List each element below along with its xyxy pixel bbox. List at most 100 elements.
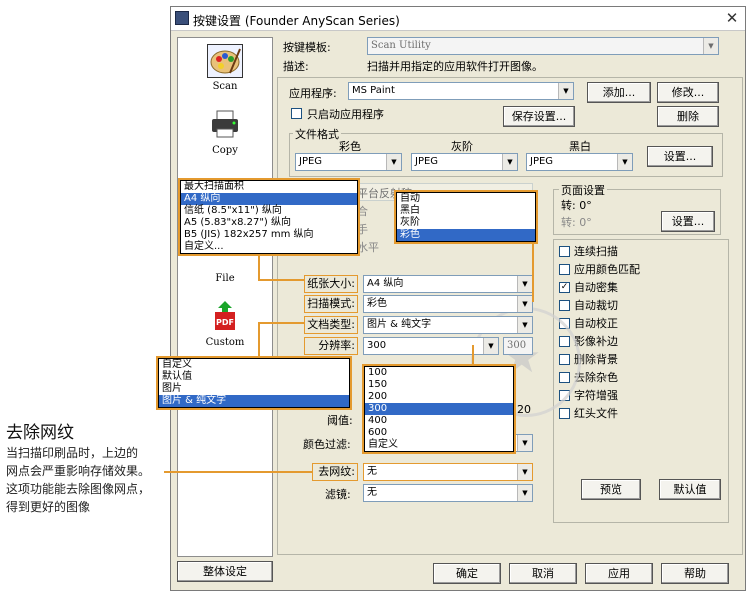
description-label: 描述: <box>283 60 309 73</box>
option-label: 去除杂色 <box>574 371 618 384</box>
chevron-down-icon: ▼ <box>502 154 517 170</box>
ok-button[interactable]: 确定 <box>433 563 501 584</box>
option-checkbox[interactable]: ✓ <box>559 281 570 293</box>
dropdown-option[interactable]: 100 <box>365 367 513 379</box>
color-format-value: JPEG <box>299 156 323 167</box>
dropdown-option[interactable]: 默认值 <box>159 371 349 383</box>
scan-mode-dropdown[interactable]: 自动 黑白 灰阶 彩色 <box>396 192 536 242</box>
svg-text:PDF: PDF <box>216 318 234 327</box>
resolution-custom-input[interactable]: 300 <box>503 337 533 355</box>
connector-line <box>532 242 534 302</box>
modify-button[interactable]: 修改... <box>657 82 719 103</box>
gray-format-select[interactable]: JPEG ▼ <box>411 153 518 171</box>
rotation-2: 转: 0° <box>561 216 592 229</box>
chevron-down-icon: ▼ <box>517 435 532 451</box>
paper-size-label: 纸张大小: <box>304 275 358 293</box>
option-checkbox[interactable] <box>559 263 570 275</box>
close-icon[interactable]: ✕ <box>723 9 741 27</box>
annotation-line: 网点会严重影响存储效果。 <box>6 464 151 478</box>
template-value: Scan Utility <box>371 40 431 51</box>
option-checkbox[interactable] <box>559 407 570 419</box>
dropdown-option[interactable]: 灰阶 <box>397 217 535 229</box>
dropdown-option[interactable]: 400 <box>365 415 513 427</box>
preview-button[interactable]: 预览 <box>581 479 641 500</box>
printer-icon <box>207 108 243 142</box>
resolution-select[interactable]: 300 ▼ <box>363 337 499 355</box>
option-label: 自动校正 <box>574 317 618 330</box>
bw-format-select[interactable]: JPEG ▼ <box>526 153 633 171</box>
template-select[interactable]: Scan Utility ▼ <box>367 37 719 55</box>
format-settings-button[interactable]: 设置... <box>647 146 713 167</box>
chevron-down-icon: ▼ <box>558 83 573 99</box>
resolution-value: 300 <box>367 340 387 351</box>
option-checkbox[interactable] <box>559 245 570 257</box>
option-label: 影像补边 <box>574 335 618 348</box>
dropdown-option-selected[interactable]: 图片 & 纯文字 <box>159 395 349 407</box>
nav-item-scan[interactable]: Scan <box>178 44 272 92</box>
option-color-match: 应用颜色匹配 <box>559 260 725 278</box>
dropdown-option-selected[interactable]: 300 <box>365 403 513 415</box>
paper-size-dropdown[interactable]: 最大扫描面积 A4 纵向 信纸 (8.5"x11") 纵向 A5 (5.83"x… <box>180 180 358 254</box>
scan-mode-select[interactable]: 彩色 ▼ <box>363 295 533 313</box>
dropdown-option[interactable]: 600 <box>365 427 513 439</box>
paper-size-select[interactable]: A4 纵向 ▼ <box>363 275 533 293</box>
page-settings-button[interactable]: 设置... <box>661 211 715 232</box>
settings-window: 按键设置 (Founder AnyScan Series) ✕ Scan Cop… <box>170 6 746 591</box>
dropdown-option[interactable]: 200 <box>365 391 513 403</box>
nav-item-label: Scan <box>212 81 238 92</box>
option-auto-deskew: 自动校正 <box>559 314 725 332</box>
dropdown-option[interactable]: 自动 <box>397 193 535 205</box>
dropdown-option[interactable]: B5 (JIS) 182x257 mm 纵向 <box>181 229 357 241</box>
dropdown-option-selected[interactable]: 彩色 <box>397 229 535 241</box>
option-red-header: 红头文件 <box>559 404 725 422</box>
chevron-down-icon: ▼ <box>517 464 532 480</box>
dropdown-option[interactable]: 自定义... <box>181 241 357 253</box>
chevron-down-icon: ▼ <box>617 154 632 170</box>
default-button[interactable]: 默认值 <box>659 479 721 500</box>
dropdown-option[interactable]: 图片 <box>159 383 349 395</box>
chevron-down-icon: ▼ <box>517 317 532 333</box>
app-select[interactable]: MS Paint ▼ <box>348 82 574 100</box>
dropdown-option-selected[interactable]: A4 纵向 <box>181 193 357 205</box>
dropdown-option[interactable]: 150 <box>365 379 513 391</box>
page-settings-label: 页面设置 <box>559 182 607 198</box>
rotation-1: 转: 0° <box>561 199 592 212</box>
file-format-label: 文件格式 <box>293 126 341 142</box>
dropdown-option[interactable]: A5 (5.83"x8.27") 纵向 <box>181 217 357 229</box>
filter-select[interactable]: 无 ▼ <box>363 484 533 502</box>
chevron-down-icon: ▼ <box>517 296 532 312</box>
options-list: 连续扫描 应用颜色匹配 ✓ 自动密集 自动裁切 自动校正 影像补边 删除背景 去除… <box>559 242 725 422</box>
cancel-button[interactable]: 取消 <box>509 563 577 584</box>
bw-format-label: 黑白 <box>569 140 591 153</box>
annotation-line: 得到更好的图像 <box>6 500 91 514</box>
color-format-select[interactable]: JPEG ▼ <box>295 153 402 171</box>
chevron-down-icon: ▼ <box>517 276 532 292</box>
dropdown-option[interactable]: 自定义 <box>159 359 349 371</box>
descreen-select[interactable]: 无 ▼ <box>363 463 533 481</box>
overall-settings-button[interactable]: 整体设定 <box>177 561 273 582</box>
template-label: 按键模板: <box>283 41 331 54</box>
dropdown-option[interactable]: 最大扫描面积 <box>181 181 357 193</box>
option-checkbox[interactable] <box>559 299 570 311</box>
gray-format-label: 灰阶 <box>451 140 473 153</box>
dropdown-option[interactable]: 信纸 (8.5"x11") 纵向 <box>181 205 357 217</box>
threshold-value: 20 <box>517 403 531 416</box>
filter-value: 无 <box>367 487 377 498</box>
bw-format-value: JPEG <box>530 156 554 167</box>
resolution-dropdown[interactable]: 100 150 200 300 400 600 自定义 <box>364 366 514 452</box>
doc-type-select[interactable]: 图片 & 纯文字 ▼ <box>363 316 533 334</box>
save-settings-button[interactable]: 保存设置... <box>503 106 575 127</box>
apply-button[interactable]: 应用 <box>585 563 653 584</box>
title-bar: 按键设置 (Founder AnyScan Series) ✕ <box>171 7 745 31</box>
scanner-app-icon <box>175 11 189 25</box>
help-button[interactable]: 帮助 <box>661 563 729 584</box>
dropdown-option[interactable]: 自定义 <box>365 439 513 451</box>
resolution-label: 分辨率: <box>304 337 358 355</box>
nav-item-copy[interactable]: Copy <box>178 108 272 156</box>
dropdown-option[interactable]: 黑白 <box>397 205 535 217</box>
only-launch-checkbox[interactable] <box>291 108 302 119</box>
delete-button[interactable]: 删除 <box>657 106 719 127</box>
add-button[interactable]: 添加... <box>587 82 651 103</box>
annotation-line: 这项功能能去除图像网点， <box>6 482 151 496</box>
doc-type-dropdown[interactable]: 自定义 默认值 图片 图片 & 纯文字 <box>158 358 350 408</box>
